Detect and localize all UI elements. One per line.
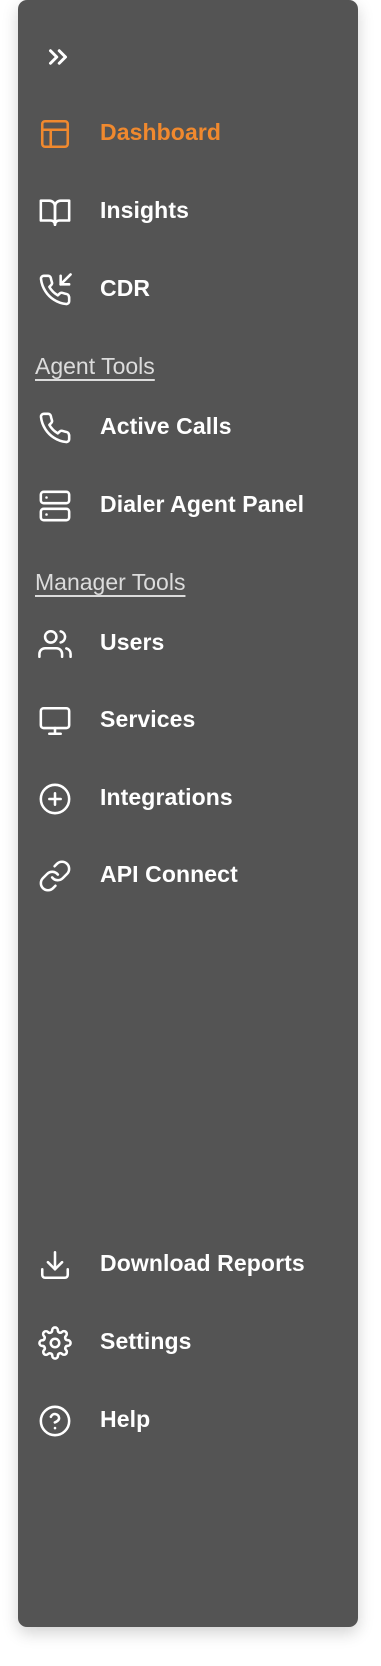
download-icon [38, 1248, 72, 1282]
nav-item-dialer-agent-panel[interactable]: Dialer Agent Panel [18, 477, 358, 533]
sidebar: Dashboard Insights CDR Agent Tools Activ… [18, 0, 358, 1627]
expand-sidebar-button[interactable] [43, 42, 73, 72]
link-icon [38, 859, 72, 893]
layout-icon [38, 117, 72, 151]
nav-item-label: Insights [100, 197, 189, 223]
nav-item-integrations[interactable]: Integrations [18, 770, 358, 826]
nav-item-label: Integrations [100, 784, 233, 810]
section-heading-manager-tools: Manager Tools [35, 569, 186, 595]
nav-item-active-calls[interactable]: Active Calls [18, 399, 358, 455]
section-heading-agent-tools: Agent Tools [35, 353, 155, 379]
nav-item-label: Services [100, 706, 196, 732]
nav-item-label: Dialer Agent Panel [100, 491, 305, 517]
nav-item-label: Dashboard [100, 119, 222, 145]
book-open-icon [38, 195, 72, 229]
monitor-icon [38, 704, 72, 738]
nav-item-users[interactable]: Users [18, 615, 358, 671]
nav-item-api-connect[interactable]: API Connect [18, 847, 358, 903]
nav-item-label: Download Reports [100, 1250, 305, 1276]
help-circle-icon [38, 1404, 72, 1438]
nav-item-label: Users [100, 629, 165, 655]
nav-item-services[interactable]: Services [18, 692, 358, 748]
nav-item-label: Active Calls [100, 413, 232, 439]
nav-item-insights[interactable]: Insights [18, 183, 358, 239]
nav-item-cdr[interactable]: CDR [18, 261, 358, 317]
nav-item-help[interactable]: Help [18, 1392, 358, 1448]
nav-item-label: Settings [100, 1328, 192, 1354]
plus-circle-icon [38, 782, 72, 816]
nav-item-dashboard[interactable]: Dashboard [18, 105, 358, 161]
nav-item-download-reports[interactable]: Download Reports [18, 1236, 358, 1292]
nav-item-label: CDR [100, 275, 151, 301]
chevrons-right-icon [49, 49, 67, 65]
users-icon [38, 627, 72, 661]
server-icon [38, 489, 72, 523]
settings-icon [38, 1326, 72, 1360]
nav-item-settings[interactable]: Settings [18, 1314, 358, 1370]
phone-icon [38, 411, 72, 445]
nav-item-label: Help [100, 1406, 151, 1432]
phone-incoming-icon [38, 273, 72, 307]
nav-item-label: API Connect [100, 861, 238, 887]
